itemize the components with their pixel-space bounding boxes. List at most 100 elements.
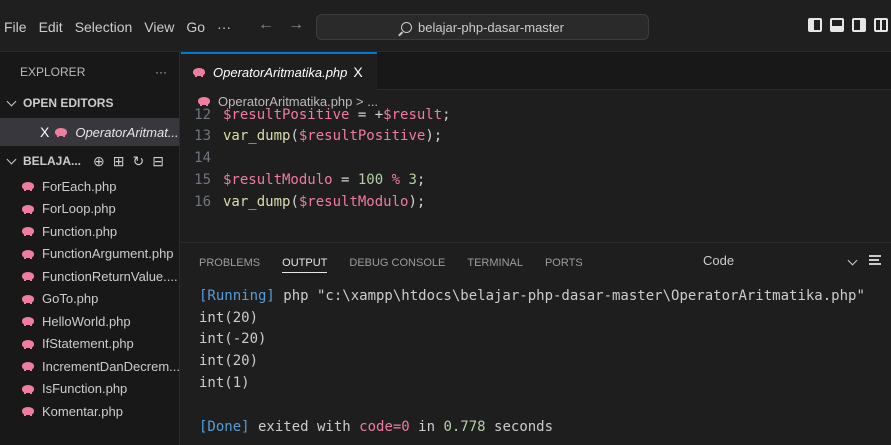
file-item[interactable]: IncrementDanDecrem...	[0, 355, 179, 378]
line-number: 16	[194, 194, 211, 210]
done-tag: [Done]	[199, 419, 250, 435]
done-text: seconds	[485, 419, 554, 435]
file-item[interactable]: IsFunction.php	[0, 378, 179, 401]
php-file-icon	[22, 362, 34, 372]
open-editors-label: OPEN EDITORS	[23, 96, 114, 110]
new-file-icon[interactable]: ⊕	[93, 153, 105, 170]
new-folder-icon[interactable]: ⊞	[113, 153, 125, 170]
menu-selection[interactable]: Selection	[69, 18, 139, 36]
panel-tabs: PROBLEMS OUTPUT DEBUG CONSOLE TERMINAL P…	[181, 243, 891, 283]
toggle-panel-icon[interactable]	[830, 18, 844, 32]
code-line: 15 $resultModulo = 100 % 3;	[181, 170, 425, 190]
navigation-arrows: ← →	[258, 16, 304, 34]
code-line: 16 var_dump($resultModulo);	[181, 192, 425, 212]
file-name: IncrementDanDecrem...	[42, 358, 180, 374]
line-number: 13	[194, 128, 211, 144]
file-name: HelloWorld.php	[42, 313, 131, 329]
file-item[interactable]: GoTo.php	[0, 288, 179, 311]
tab-ports[interactable]: PORTS	[545, 243, 583, 283]
file-name: Function.php	[42, 223, 118, 239]
line-number: 15	[194, 172, 211, 188]
line-number: 14	[194, 150, 211, 166]
menu-more[interactable]: ···	[211, 18, 237, 36]
file-item[interactable]: Function.php	[0, 220, 179, 243]
php-file-icon	[22, 317, 34, 327]
line-number: 12	[194, 107, 211, 123]
menu-file[interactable]: File	[0, 18, 33, 36]
chevron-down-icon	[6, 96, 17, 107]
code-line: 13 var_dump($resultPositive);	[181, 126, 442, 146]
menu-go[interactable]: Go	[180, 18, 211, 36]
file-item[interactable]: FunctionArgument.php	[0, 243, 179, 266]
folder-label: BELAJA...	[23, 154, 82, 168]
tab-output[interactable]: OUTPUT	[282, 253, 328, 273]
file-name: ForLoop.php	[42, 201, 116, 217]
running-command: php "c:\xampp\htdocs\belajar-php-dasar-m…	[274, 288, 865, 304]
tab-problems[interactable]: PROBLEMS	[199, 243, 260, 283]
search-icon	[401, 21, 413, 33]
editor-tab-bar: OperatorAritmatika.php X	[181, 52, 891, 90]
refresh-icon[interactable]: ↻	[132, 153, 144, 170]
file-name: Komentar.php	[42, 403, 123, 419]
code-line: 12 $resultPositive = +$result;	[181, 105, 451, 125]
menu-view[interactable]: View	[138, 18, 180, 36]
search-text: belajar-php-dasar-master	[418, 19, 564, 35]
line-text: $resultModulo = 100 % 3;	[223, 172, 426, 188]
toggle-primary-sidebar-icon[interactable]	[808, 18, 822, 32]
explorer-title: EXPLORER	[20, 65, 86, 79]
menu-bar: File Edit Selection View Go ···	[0, 18, 237, 36]
php-file-icon	[22, 182, 34, 192]
command-center-search[interactable]: belajar-php-dasar-master	[316, 14, 649, 40]
php-file-icon	[22, 339, 34, 349]
line-text: $resultPositive = +$result;	[223, 107, 451, 123]
explorer-more-icon[interactable]: ···	[155, 65, 167, 79]
tab-close-icon[interactable]: X	[353, 64, 362, 80]
tab-label: OperatorAritmatika.php	[213, 64, 348, 80]
php-file-icon	[198, 97, 210, 106]
file-name: GoTo.php	[42, 291, 99, 307]
chevron-down-icon	[6, 154, 17, 165]
output-panel: PROBLEMS OUTPUT DEBUG CONSOLE TERMINAL P…	[181, 242, 891, 445]
php-file-icon	[55, 128, 68, 137]
code-editor[interactable]: 12 $resultPositive = +$result; 13 var_du…	[181, 107, 891, 242]
editor-tab[interactable]: OperatorAritmatika.php X	[181, 52, 377, 90]
open-editors-section[interactable]: OPEN EDITORS	[0, 92, 179, 114]
toggle-secondary-sidebar-icon[interactable]	[852, 18, 866, 32]
customize-layout-icon[interactable]	[874, 18, 888, 32]
layout-controls	[808, 18, 888, 32]
file-item[interactable]: FunctionReturnValue....	[0, 265, 179, 288]
tab-terminal[interactable]: TERMINAL	[467, 243, 523, 283]
folder-section[interactable]: BELAJA... ⊕ ⊞ ↻ ⊟	[0, 150, 179, 172]
output-line: int(20)	[199, 310, 259, 326]
explorer-header: EXPLORER ···	[0, 52, 179, 92]
open-editor-item[interactable]: X OperatorAritmat...	[0, 118, 179, 146]
php-file-icon	[22, 204, 34, 214]
file-name: IfStatement.php	[42, 336, 134, 352]
output-channel-select[interactable]: Code	[703, 253, 734, 268]
elapsed-time: 0.778	[443, 419, 486, 435]
file-item[interactable]: HelloWorld.php	[0, 310, 179, 333]
exit-code: code=0	[359, 419, 410, 435]
explorer-sidebar: EXPLORER ··· OPEN EDITORS X OperatorArit…	[0, 52, 180, 445]
code-line: 14	[181, 148, 223, 168]
file-item[interactable]: ForLoop.php	[0, 198, 179, 221]
php-file-icon	[193, 68, 205, 77]
output-done-line: [Done] exited with code=0 in 0.778 secon…	[199, 417, 553, 437]
tab-debug-console[interactable]: DEBUG CONSOLE	[349, 243, 445, 283]
collapse-all-icon[interactable]: ⊟	[152, 153, 164, 170]
file-item[interactable]: ForEach.php	[0, 175, 179, 198]
back-arrow-icon[interactable]: ←	[258, 16, 274, 34]
file-item[interactable]: IfStatement.php	[0, 333, 179, 356]
output-line: int(1)	[199, 375, 250, 391]
php-file-icon	[22, 384, 34, 394]
file-name: FunctionReturnValue....	[42, 268, 178, 284]
open-editor-name: OperatorAritmat...	[75, 124, 179, 140]
file-item[interactable]: Komentar.php	[0, 400, 179, 423]
forward-arrow-icon[interactable]: →	[288, 16, 304, 34]
close-icon[interactable]: X	[40, 124, 49, 140]
filter-list-icon[interactable]	[869, 255, 881, 265]
file-name: IsFunction.php	[42, 381, 128, 397]
folder-actions: ⊕ ⊞ ↻ ⊟	[93, 153, 164, 170]
output-running-line: [Running] php "c:\xampp\htdocs\belajar-p…	[199, 286, 865, 306]
menu-edit[interactable]: Edit	[33, 18, 69, 36]
